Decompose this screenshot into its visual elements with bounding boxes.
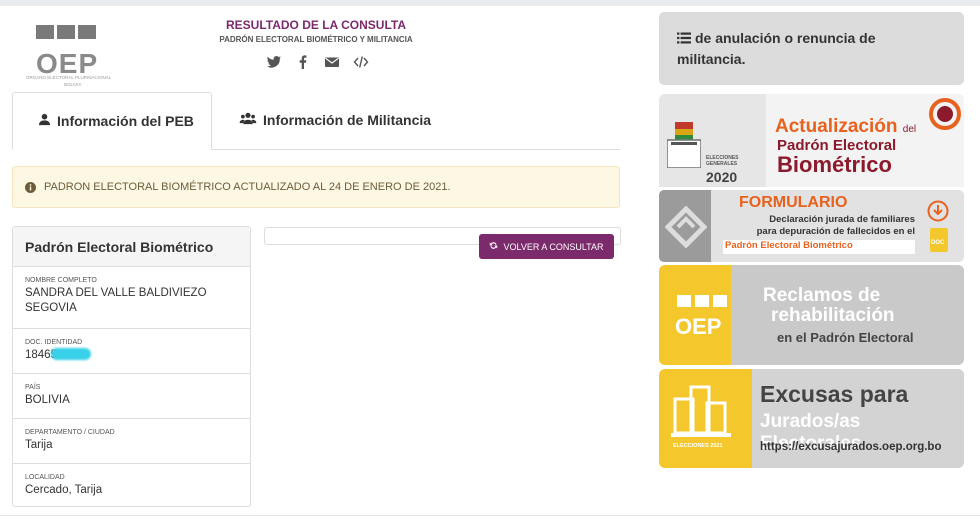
banner-actualizacion[interactable]: ELECCIONES GENERALES 2020 Actualización … bbox=[659, 94, 964, 187]
ballot-box-icon bbox=[666, 122, 702, 169]
card-title: Padrón Electoral Biométrico bbox=[13, 227, 250, 267]
tab-informacion-militancia[interactable]: Información de Militancia bbox=[239, 112, 431, 128]
year-label: 2020 bbox=[706, 169, 738, 185]
oep-mini-logo bbox=[677, 295, 729, 314]
field-label: DEPARTAMENTO / CIUDAD bbox=[25, 429, 115, 436]
ballot-boxes-icon bbox=[671, 381, 731, 446]
logo-country: BOLIVIA bbox=[64, 82, 82, 87]
twitter-icon[interactable] bbox=[266, 54, 282, 70]
code-icon[interactable] bbox=[353, 54, 369, 70]
doc-file-icon: DOC bbox=[930, 228, 948, 252]
field-value: SANDRA DEL VALLE BALDIVIEZO SEGOVIA bbox=[25, 286, 238, 316]
banner-formulario[interactable]: FORMULARIO Declaración jurada de familia… bbox=[659, 190, 964, 262]
info-circle-icon bbox=[25, 181, 36, 193]
formulario-title: FORMULARIO bbox=[739, 194, 848, 211]
volver-a-consultar-button[interactable]: VOLVER A CONSULTAR bbox=[479, 234, 614, 259]
banner-excusas[interactable]: ELECCIONES 2021 Excusas para Jurados/as … bbox=[659, 369, 964, 468]
logo-square bbox=[36, 25, 54, 39]
box-text: de anulación o renuncia de militancia. bbox=[677, 30, 876, 67]
tab-informacion-peb[interactable]: Información del PEB bbox=[12, 92, 212, 150]
update-alert: PADRON ELECTORAL BIOMÉTRICO ACTUALIZADO … bbox=[12, 166, 620, 208]
reclamos-line1: Reclamos de bbox=[763, 285, 881, 306]
redaction-mark bbox=[50, 348, 91, 360]
field-value: Tarija bbox=[25, 439, 53, 451]
footer-divider bbox=[0, 515, 980, 516]
field-localidad: LOCALIDAD Cercado, Tarija bbox=[13, 464, 250, 506]
banner-reclamos[interactable]: OEP Reclamos de rehabilitación en el Pad… bbox=[659, 265, 964, 365]
field-value: Cercado, Tarija bbox=[25, 484, 103, 496]
field-label: DOC. IDENTIDAD bbox=[25, 339, 83, 346]
refresh-icon bbox=[489, 241, 498, 252]
field-value: 18465 bbox=[25, 348, 238, 363]
refresh-badge-icon bbox=[929, 98, 961, 135]
field-nombre: NOMBRE COMPLETO SANDRA DEL VALLE BALDIVI… bbox=[13, 267, 250, 329]
padron-card: Padrón Electoral Biométrico NOMBRE COMPL… bbox=[12, 226, 251, 507]
envelope-icon[interactable] bbox=[324, 54, 340, 70]
alert-text: PADRON ELECTORAL BIOMÉTRICO ACTUALIZADO … bbox=[44, 181, 451, 193]
geometric-logo-icon bbox=[664, 205, 708, 253]
field-label: NOMBRE COMPLETO bbox=[25, 277, 97, 284]
download-circle-icon bbox=[927, 200, 949, 227]
tab-label: Información de Militancia bbox=[263, 112, 432, 128]
field-label: PAÍS bbox=[25, 384, 41, 391]
oep-logo[interactable]: OEP ÓRGANO ELECTORAL PLURINACIONAL BOLIV… bbox=[22, 22, 122, 92]
logo-square bbox=[78, 25, 96, 39]
button-label: VOLVER A CONSULTAR bbox=[503, 241, 604, 252]
elecciones-2021-label: ELECCIONES 2021 bbox=[673, 443, 723, 449]
nombre-line1: SANDRA DEL VALLE BALDIVIEZO bbox=[25, 287, 207, 299]
user-icon bbox=[38, 113, 51, 129]
formulario-padron-text: Padrón Electoral Biométrico bbox=[723, 240, 915, 254]
page-subtitle: PADRÓN ELECTORAL BIOMÉTRICO Y MILITANCIA bbox=[219, 35, 413, 44]
field-value: BOLIVIA bbox=[25, 394, 70, 406]
logo-square bbox=[57, 25, 75, 39]
list-icon bbox=[677, 29, 691, 49]
nombre-line2: SEGOVIA bbox=[25, 302, 77, 314]
facebook-icon[interactable] bbox=[295, 54, 311, 70]
field-departamento: DEPARTAMENTO / CIUDAD Tarija bbox=[13, 419, 250, 464]
social-links bbox=[266, 54, 369, 70]
browser-top-strip bbox=[0, 0, 980, 6]
actualizacion-text: Actualización del bbox=[775, 116, 917, 137]
biometrico-text: Biométrico bbox=[777, 152, 892, 177]
formulario-description: Declaración jurada de familiares para de… bbox=[756, 214, 915, 237]
anulacion-link-box[interactable]: de anulación o renuncia de militancia. bbox=[659, 12, 964, 85]
excusas-line1: Excusas para bbox=[760, 381, 909, 407]
reclamos-line3: en el Padrón Electoral bbox=[777, 330, 914, 345]
generales-label: GENERALES bbox=[706, 161, 738, 167]
field-pais: PAÍS BOLIVIA bbox=[13, 374, 250, 419]
reclamos-line2: rehabilitación bbox=[771, 305, 895, 326]
tab-label: Información del PEB bbox=[57, 113, 194, 129]
field-doc-identidad: DOC. IDENTIDAD 18465 bbox=[13, 329, 250, 374]
oep-text: OEP bbox=[675, 314, 722, 339]
field-label: LOCALIDAD bbox=[25, 474, 65, 481]
logo-subtitle: ÓRGANO ELECTORAL PLURINACIONAL bbox=[26, 75, 112, 80]
users-icon bbox=[239, 112, 257, 128]
page-title: RESULTADO DE LA CONSULTA bbox=[226, 18, 406, 32]
excusas-url[interactable]: https://excusajurados.oep.org.bo bbox=[760, 441, 941, 453]
